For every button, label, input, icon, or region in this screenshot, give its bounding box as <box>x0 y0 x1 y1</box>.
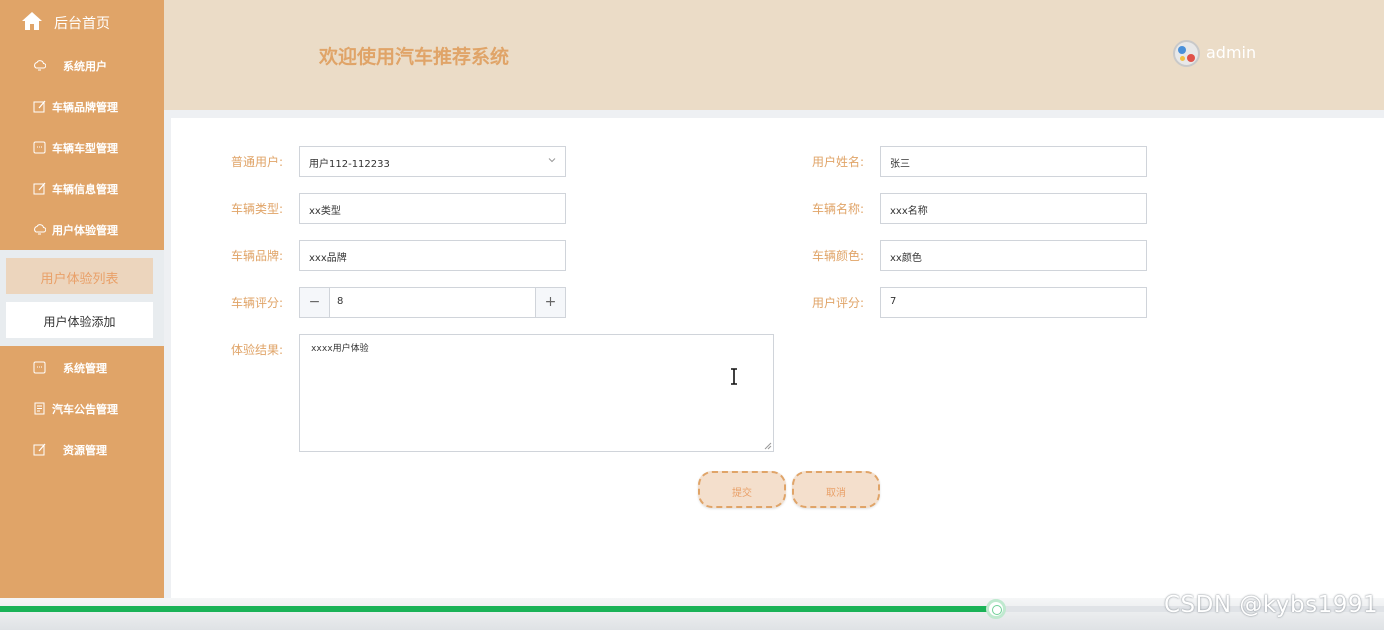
cloud-icon <box>34 60 46 71</box>
experience-submenu: 用户体验列表 用户体验添加 <box>0 250 164 346</box>
submenu-experience-add[interactable]: 用户体验添加 <box>6 302 153 338</box>
avatar-dot <box>1180 56 1185 61</box>
type-label: 车辆类型: <box>231 202 284 216</box>
sidebar-item-label: 资源管理 <box>63 444 107 457</box>
car-name-field-value: xxx名称 <box>890 206 928 217</box>
sidebar: 后台首页 系统用户 车辆品牌管理 车辆车型管理 车辆信息管理 用户体验管理 用户… <box>0 0 164 630</box>
avatar[interactable] <box>1173 40 1200 67</box>
avatar-dot <box>1178 46 1186 54</box>
decrement-button[interactable]: − <box>300 288 330 317</box>
sidebar-item-system-users[interactable]: 系统用户 <box>0 46 164 86</box>
watermark: CSDN @kybs1991 <box>1164 592 1379 618</box>
name-label: 用户姓名: <box>812 155 865 169</box>
sidebar-item-label: 车辆车型管理 <box>52 142 118 155</box>
sidebar-item-system[interactable]: 系统管理 <box>0 348 164 388</box>
brand-field[interactable]: xxx品牌 <box>299 240 566 271</box>
user-rating-field-value: 7 <box>890 296 897 307</box>
user-label: 普通用户: <box>231 155 284 169</box>
user-rating-field[interactable]: 7 <box>880 287 1147 318</box>
result-textarea[interactable]: xxxx用户体验 <box>299 334 774 452</box>
sidebar-item-notice[interactable]: 汽车公告管理 <box>0 389 164 429</box>
submit-button[interactable]: 提交 <box>698 471 786 508</box>
submenu-experience-list[interactable]: 用户体验列表 <box>6 258 153 294</box>
progress-knob[interactable] <box>986 599 1006 619</box>
color-label: 车辆颜色: <box>812 249 865 263</box>
avatar-dot <box>1187 54 1195 62</box>
rating-stepper[interactable]: − 8 + <box>299 287 566 318</box>
home-icon <box>22 12 42 30</box>
sidebar-item-info[interactable]: 车辆信息管理 <box>0 169 164 209</box>
resize-handle-icon[interactable] <box>764 442 772 450</box>
sidebar-item-label: 系统管理 <box>63 362 107 375</box>
cancel-button-label: 取消 <box>826 488 846 499</box>
sidebar-item-label: 车辆信息管理 <box>52 183 118 196</box>
text-cursor-icon <box>731 368 737 385</box>
brand-label: 车辆品牌: <box>231 249 284 263</box>
increment-button[interactable]: + <box>535 288 565 317</box>
edit-icon <box>33 443 46 456</box>
document-icon <box>34 402 45 415</box>
sidebar-item-label: 车辆品牌管理 <box>52 101 118 114</box>
rating-label: 车辆评分: <box>231 296 284 310</box>
edit-icon <box>33 100 46 113</box>
sidebar-item-resources[interactable]: 资源管理 <box>0 430 164 470</box>
color-field[interactable]: xx颜色 <box>880 240 1147 271</box>
type-field[interactable]: xx类型 <box>299 193 566 224</box>
page-title: 欢迎使用汽车推荐系统 <box>319 46 510 68</box>
rating-stepper-value[interactable]: 8 <box>337 296 343 307</box>
brand-field-value: xxx品牌 <box>309 253 347 264</box>
name-field-value: 张三 <box>890 159 910 170</box>
sidebar-home-label: 后台首页 <box>54 16 110 32</box>
car-name-label: 车辆名称: <box>812 202 865 216</box>
sidebar-item-brand[interactable]: 车辆品牌管理 <box>0 87 164 127</box>
sidebar-home[interactable]: 后台首页 <box>0 0 164 44</box>
submit-button-label: 提交 <box>732 488 752 499</box>
edit-icon <box>33 182 46 195</box>
car-name-field[interactable]: xxx名称 <box>880 193 1147 224</box>
message-icon <box>33 141 46 154</box>
type-field-value: xx类型 <box>309 206 341 217</box>
result-textarea-value: xxxx用户体验 <box>311 344 369 354</box>
sidebar-item-experience[interactable]: 用户体验管理 <box>0 210 164 250</box>
cancel-button[interactable]: 取消 <box>792 471 880 508</box>
chevron-down-icon <box>548 158 556 163</box>
user-rating-label: 用户评分: <box>812 296 865 310</box>
color-field-value: xx颜色 <box>890 253 922 264</box>
progress-fill <box>0 606 996 612</box>
message-icon <box>33 361 46 374</box>
username[interactable]: admin <box>1206 43 1256 62</box>
sidebar-item-label: 汽车公告管理 <box>52 403 118 416</box>
top-header: 欢迎使用汽车推荐系统 admin <box>164 0 1384 110</box>
user-select[interactable]: 用户112-112233 <box>299 146 566 177</box>
name-field[interactable]: 张三 <box>880 146 1147 177</box>
submenu-item-label: 用户体验添加 <box>43 315 116 329</box>
cloud-icon <box>34 224 46 235</box>
user-select-value: 用户112-112233 <box>309 159 390 170</box>
submenu-item-label: 用户体验列表 <box>40 272 119 287</box>
result-label: 体验结果: <box>231 343 284 357</box>
sidebar-item-label: 系统用户 <box>63 60 107 73</box>
sidebar-item-model[interactable]: 车辆车型管理 <box>0 128 164 168</box>
sidebar-item-label: 用户体验管理 <box>52 224 118 237</box>
